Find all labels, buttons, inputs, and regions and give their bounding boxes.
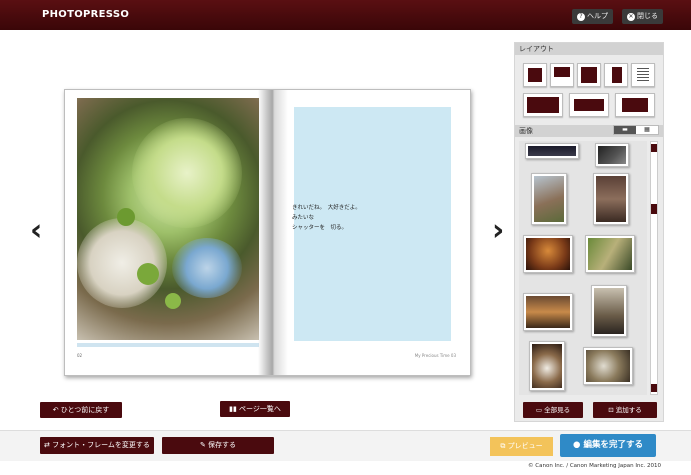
photobook-spread: 02 きれいだね。 大好きだよ。 みたいな シャッターを 切る。 My Prec…: [64, 89, 471, 376]
preview-button[interactable]: ⧉ プレビュー: [490, 437, 553, 456]
undo-button[interactable]: ↶ ひとつ前に戻す: [40, 402, 122, 418]
preview-label: プレビュー: [507, 442, 543, 450]
image-thumbnail[interactable]: [523, 235, 573, 273]
book-gutter: [258, 90, 288, 375]
preview-icon: ⧉: [500, 442, 508, 450]
prev-page-arrow[interactable]: ‹: [30, 216, 42, 246]
help-button[interactable]: ? ヘルプ: [572, 9, 613, 24]
single-view-toggle[interactable]: ▬: [614, 126, 636, 134]
close-label: 閉じる: [637, 12, 658, 20]
change-font-frame-button[interactable]: ⇄ フォント・フレームを変更する: [40, 437, 154, 454]
finish-icon: ●: [573, 440, 584, 450]
layout-section-title: レイアウト: [515, 43, 663, 55]
right-page-caption[interactable]: きれいだね。 大好きだよ。 みたいな シャッターを 切る。: [292, 203, 361, 233]
layout-option-1[interactable]: [523, 63, 547, 87]
view-all-button[interactable]: ▭ 全部見る: [523, 402, 583, 418]
image-thumbnail[interactable]: [583, 347, 633, 385]
grid-view-toggle[interactable]: ▦: [636, 126, 658, 134]
image-thumbnail[interactable]: [591, 285, 627, 337]
add-image-button[interactable]: ⊡ 追加する: [593, 402, 657, 418]
page-list-icon: ▮▮: [229, 405, 240, 413]
caption-line: きれいだね。 大好きだよ。: [292, 205, 361, 211]
close-button[interactable]: ✕ 閉じる: [622, 9, 663, 24]
right-page-footer: My Precious Time 03: [414, 353, 456, 358]
page-list-button[interactable]: ▮▮ ページ一覧へ: [220, 401, 290, 417]
app-header: PHOTOPRESSO ? ヘルプ ✕ 閉じる: [0, 0, 691, 30]
layout-option-3[interactable]: [577, 63, 601, 87]
change-font-frame-icon: ⇄: [44, 441, 53, 449]
undo-label: ひとつ前に戻す: [60, 406, 110, 414]
layout-option-7[interactable]: [569, 93, 609, 117]
view-all-icon: ▭: [535, 406, 545, 414]
app-logo: PHOTOPRESSO: [42, 9, 130, 20]
finish-editing-button[interactable]: ● 編集を完了する: [560, 434, 656, 457]
image-thumbnail[interactable]: [529, 341, 565, 391]
add-image-label: 追加する: [615, 406, 642, 414]
help-icon: ?: [577, 12, 585, 21]
caption-line: シャッターを 切る。: [292, 225, 348, 231]
change-font-frame-label: フォント・フレームを変更する: [52, 441, 150, 449]
layout-option-6[interactable]: [523, 93, 563, 117]
layout-option-5[interactable]: [631, 63, 655, 87]
undo-icon: ↶: [52, 406, 61, 414]
image-thumbnail[interactable]: [525, 143, 579, 159]
save-label: 保存する: [208, 441, 237, 449]
layout-option-8[interactable]: [615, 93, 655, 117]
image-thumbnail[interactable]: [531, 173, 567, 225]
view-all-label: 全部見る: [544, 406, 571, 414]
scroll-down-button[interactable]: [651, 384, 657, 392]
page-list-label: ページ一覧へ: [239, 405, 281, 413]
finish-label: 編集を完了する: [583, 440, 643, 450]
scroll-up-button[interactable]: [651, 144, 657, 152]
page-photo-flowers[interactable]: [77, 98, 259, 340]
image-thumbnail[interactable]: [595, 143, 629, 167]
add-image-icon: ⊡: [608, 406, 616, 414]
help-label: ヘルプ: [587, 12, 608, 20]
thumbnail-scrollbar[interactable]: [650, 141, 658, 395]
scrollbar-thumb[interactable]: [651, 204, 657, 214]
layout-option-4[interactable]: [604, 63, 628, 87]
close-icon: ✕: [627, 12, 635, 21]
caption-line: みたいな: [292, 215, 315, 221]
side-panel: レイアウト 画像 ▬ ▦ ▭ 全部見る ⊡ 追加する: [514, 42, 664, 422]
next-page-arrow[interactable]: ›: [492, 216, 504, 246]
left-page-number: 02: [77, 353, 83, 358]
left-page-caption-bar: [77, 343, 259, 347]
image-thumbnail[interactable]: [523, 293, 573, 331]
save-icon: ✎: [199, 441, 209, 449]
layout-option-2[interactable]: [550, 63, 574, 87]
save-button[interactable]: ✎ 保存する: [162, 437, 274, 454]
image-thumbnail[interactable]: [585, 235, 635, 273]
copyright-text: © Canon Inc. / Canon Marketing Japan Inc…: [528, 463, 661, 469]
image-thumbnail[interactable]: [593, 173, 629, 225]
image-thumbnail-list[interactable]: [519, 141, 647, 395]
image-view-toggle[interactable]: ▬ ▦: [613, 125, 659, 135]
